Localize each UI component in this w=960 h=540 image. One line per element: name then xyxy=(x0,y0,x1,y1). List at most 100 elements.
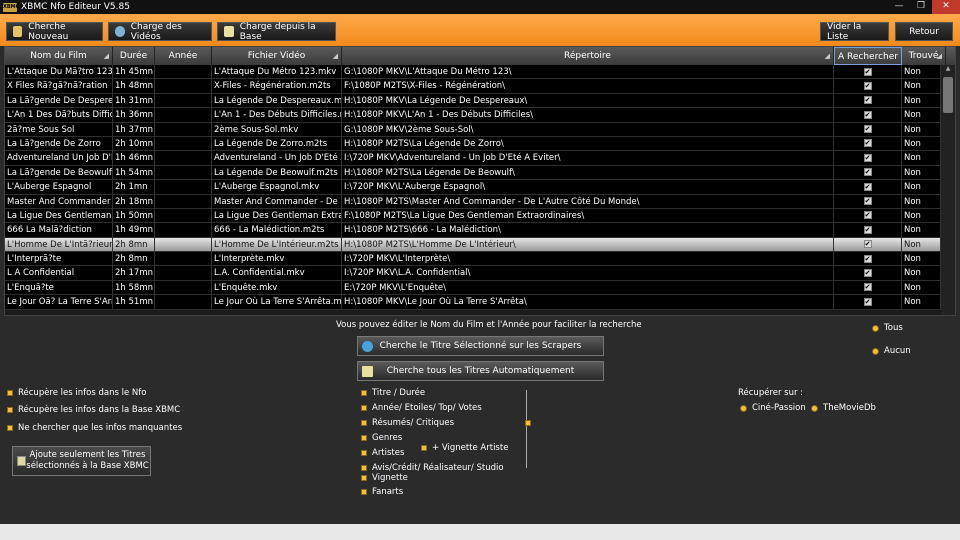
column-header-found[interactable]: Trouvé ◢ xyxy=(902,47,946,65)
cell-check[interactable]: ✔ xyxy=(834,136,902,151)
cell-check[interactable]: ✔ xyxy=(834,108,902,123)
checkbox-icon[interactable]: ✔ xyxy=(863,96,872,105)
cell-check[interactable]: ✔ xyxy=(834,122,902,137)
cell-check[interactable]: ✔ xyxy=(834,194,902,209)
field-artist-thumb[interactable]: + Vignette Artiste xyxy=(421,443,508,453)
checkbox-icon[interactable]: ✔ xyxy=(863,153,872,162)
table-row[interactable]: Master And Commander De L'Autre2h 18mn Ma… xyxy=(5,194,941,209)
column-header-file[interactable]: Fichier Vidéo ◢ xyxy=(212,47,342,65)
checkbox-icon[interactable]: ✔ xyxy=(863,268,872,277)
cell-check[interactable]: ✔ xyxy=(834,79,902,94)
table-row[interactable]: La Lã?gende De Beowulf 1h 54mn La Légende … xyxy=(5,165,941,181)
table-row[interactable]: L'Homme De L'Intã?rieur 2h 8mn L'Homme De … xyxy=(5,237,941,253)
back-button[interactable]: Retour xyxy=(895,22,953,41)
cell-name: L'An 1 Des Dã?buts Difficiles xyxy=(5,108,113,123)
load-videos-button[interactable]: Charge des Vidéos xyxy=(108,22,212,42)
cell-found: Non xyxy=(902,136,941,151)
checkbox-icon xyxy=(7,425,13,431)
cell-directory: I:\720P MKV\L'Auberge Espagnol\ xyxy=(342,180,834,195)
table-row[interactable]: X Files Rã?gã?nã?ration 1h 48mn X-Files - … xyxy=(5,79,941,94)
cell-check[interactable]: ✔ xyxy=(834,180,902,195)
column-header-duration[interactable]: Durée xyxy=(113,47,155,65)
table-row[interactable]: L'Interprã?te 2h 8mn L'Interprète.mkv I:\72… xyxy=(5,252,941,267)
table-row[interactable]: 666 La Malã?diction 1h 49mn 666 - La Maléd… xyxy=(5,223,941,238)
source-cine-passion-radio[interactable]: Ciné-Passion xyxy=(740,403,806,413)
minimize-button[interactable]: — xyxy=(888,0,910,14)
column-header-directory[interactable]: Répertoire ◢ xyxy=(342,47,834,65)
close-button[interactable]: ✕ xyxy=(932,0,960,14)
field-title-duration[interactable]: Titre / Durée xyxy=(361,388,425,398)
clear-list-button[interactable]: Vider la Liste xyxy=(820,22,889,42)
checkbox-icon[interactable]: ✔ xyxy=(863,125,872,134)
table-row[interactable]: L'An 1 Des Dã?buts Difficiles1h 36mn L'An… xyxy=(5,108,941,123)
add-to-xbmc-button[interactable]: Ajoute seulement les Titres sélectionnés… xyxy=(12,446,151,476)
field-genres[interactable]: Genres xyxy=(361,433,402,443)
option-missing-only[interactable]: Ne chercher que les infos manquantes xyxy=(7,423,182,433)
checkbox-icon[interactable]: ✔ xyxy=(863,67,872,76)
table-row[interactable]: L'Attaque Du Mã?tro 123 1h 45mn L'Attaque … xyxy=(5,65,941,80)
field-summaries[interactable]: Résumés/ Critiques xyxy=(361,418,454,428)
scope-all-radio[interactable]: Tous xyxy=(872,323,903,333)
cell-check[interactable]: ✔ xyxy=(834,165,902,180)
checkbox-icon[interactable]: ✔ xyxy=(863,182,872,191)
cell-check[interactable]: ✔ xyxy=(834,208,902,223)
table-row[interactable]: L'Auberge Espagnol 2h 1mn L'Auberge Espagn… xyxy=(5,180,941,195)
table-row[interactable]: 2ã?me Sous Sol 1h 37mn 2ème Sous-Sol.mkv G:… xyxy=(5,122,941,137)
cell-check[interactable]: ✔ xyxy=(834,151,902,166)
field-year-stars[interactable]: Année/ Etoiles/ Top/ Votes xyxy=(361,403,482,413)
cell-year xyxy=(155,223,212,238)
column-header-name[interactable]: Nom du Film ◢ xyxy=(5,47,113,65)
scope-none-radio[interactable]: Aucun xyxy=(872,346,911,356)
vertical-scrollbar[interactable]: ▲ xyxy=(941,65,955,315)
checkbox-icon[interactable]: ✔ xyxy=(863,81,872,90)
cell-check[interactable]: ✔ xyxy=(834,252,902,267)
toggle-all-fields[interactable] xyxy=(525,420,536,426)
checkbox-icon[interactable]: ✔ xyxy=(863,254,872,263)
checkbox-icon[interactable]: ✔ xyxy=(863,211,872,220)
cell-check[interactable]: ✔ xyxy=(834,93,902,108)
cell-check[interactable]: ✔ xyxy=(834,266,902,281)
scroll-thumb[interactable] xyxy=(943,77,953,113)
field-credits[interactable]: Avis/Crédit/ Réalisateur/ Studio xyxy=(361,463,504,473)
checkbox-icon[interactable]: ✔ xyxy=(863,197,872,206)
maximize-button[interactable]: ❐ xyxy=(910,0,932,14)
table-row[interactable]: La Lã?gende De Despereaux1h 31mn La Légen… xyxy=(5,93,941,109)
table-row[interactable]: La Ligue Des Gentleman Extra1h 50mn La Li… xyxy=(5,208,941,224)
table-row[interactable]: Adventureland Un Job D'Ete1h 46mn Adventu… xyxy=(5,151,941,166)
column-header-to-search[interactable]: A Rechercher xyxy=(834,47,902,65)
cell-check[interactable]: ✔ xyxy=(834,237,902,252)
field-fanarts[interactable]: Fanarts xyxy=(361,487,403,497)
search-selected-button[interactable]: Cherche le Titre Sélectionné sur les Scr… xyxy=(357,336,604,356)
cell-check[interactable]: ✔ xyxy=(834,65,902,79)
checkbox-icon[interactable]: ✔ xyxy=(863,297,872,306)
checkbox-icon[interactable]: ✔ xyxy=(863,283,872,292)
movie-grid[interactable]: Nom du Film ◢ Durée Année Fichier Vidéo ◢ … xyxy=(4,46,956,316)
column-header-year[interactable]: Année xyxy=(155,47,212,65)
table-row[interactable]: Le Jour Oã? La Terre S'Arrã 1h 51mn Le Jou… xyxy=(5,295,941,310)
load-from-db-button[interactable]: Charge depuis la Base xyxy=(217,22,336,42)
cell-duration: 1h 45mn xyxy=(113,65,155,79)
table-row[interactable]: L'Enquã?te 1h 58mn L'Enquête.mkv E:\720P MK… xyxy=(5,280,941,296)
cell-found: Non xyxy=(902,165,941,180)
option-nfo[interactable]: Récupère les infos dans le Nfo xyxy=(7,388,146,398)
cell-check[interactable]: ✔ xyxy=(834,295,902,310)
cell-file: Le Jour Où La Terre S'Arrêta.mkv xyxy=(214,295,342,310)
checkbox-icon[interactable]: ✔ xyxy=(863,168,872,177)
checkbox-icon[interactable]: ✔ xyxy=(863,225,872,234)
table-row[interactable]: L A Confidential 2h 17mn L.A. Confidential… xyxy=(5,266,941,281)
cell-check[interactable]: ✔ xyxy=(834,223,902,238)
checkbox-icon[interactable]: ✔ xyxy=(863,240,872,249)
checkbox-icon[interactable]: ✔ xyxy=(863,110,872,119)
table-row[interactable]: La Lã?gende De Zorro 2h 10mn La Légende De… xyxy=(5,136,941,152)
field-thumbnail[interactable]: Vignette xyxy=(361,473,408,483)
source-tmdb-radio[interactable]: TheMovieDb xyxy=(811,403,876,413)
field-artists[interactable]: Artistes xyxy=(361,448,404,458)
cell-found: Non xyxy=(902,108,941,123)
option-xbmc-db[interactable]: Récupère les infos dans la Base XBMC xyxy=(7,405,180,415)
cell-year xyxy=(155,136,212,151)
checkbox-icon[interactable]: ✔ xyxy=(863,139,872,148)
cell-check[interactable]: ✔ xyxy=(834,280,902,295)
scroll-up-icon[interactable]: ▲ xyxy=(941,65,955,75)
search-new-button[interactable]: Cherche Nouveau xyxy=(6,22,103,42)
search-all-button[interactable]: Cherche tous les Titres Automatiquement xyxy=(357,361,604,381)
